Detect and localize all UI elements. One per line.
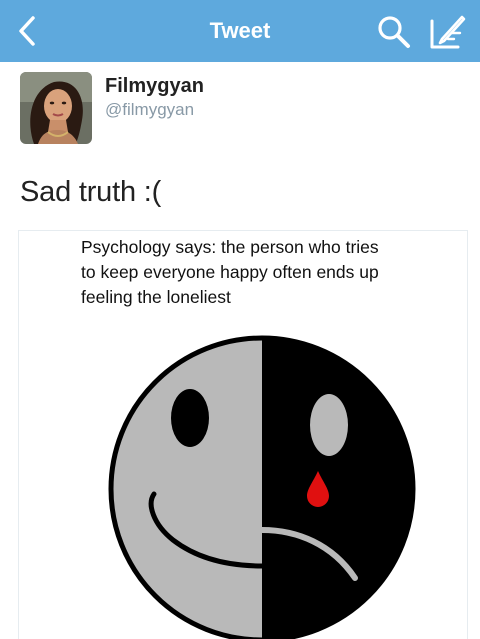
tweet-media[interactable]: Psychology says: the person who tries to…: [18, 230, 468, 639]
chevron-left-icon: [19, 16, 35, 46]
sad-happy-face-icon: [108, 335, 416, 639]
compose-icon: [430, 15, 466, 49]
back-button[interactable]: [4, 6, 54, 56]
search-icon: [378, 16, 410, 48]
media-caption-line: Psychology says: the person who tries: [81, 237, 379, 257]
username[interactable]: @filmygyan: [105, 100, 194, 120]
media-caption-line: to keep everyone happy often ends up: [81, 262, 379, 282]
half-smiling-half-crying-face-image: [107, 334, 417, 639]
display-name[interactable]: Filmygyan: [105, 75, 204, 98]
media-caption-line: feeling the loneliest: [81, 287, 231, 307]
tweet-header: Filmygyan @filmygyan: [0, 62, 480, 162]
media-caption: Psychology says: the person who tries to…: [81, 235, 441, 310]
profile-photo-icon: [20, 72, 92, 144]
search-button[interactable]: [372, 10, 416, 54]
tweet-text: Sad truth :(: [20, 176, 162, 208]
avatar[interactable]: [20, 72, 92, 144]
navigation-bar: Tweet: [0, 0, 480, 62]
compose-button[interactable]: [424, 10, 472, 54]
